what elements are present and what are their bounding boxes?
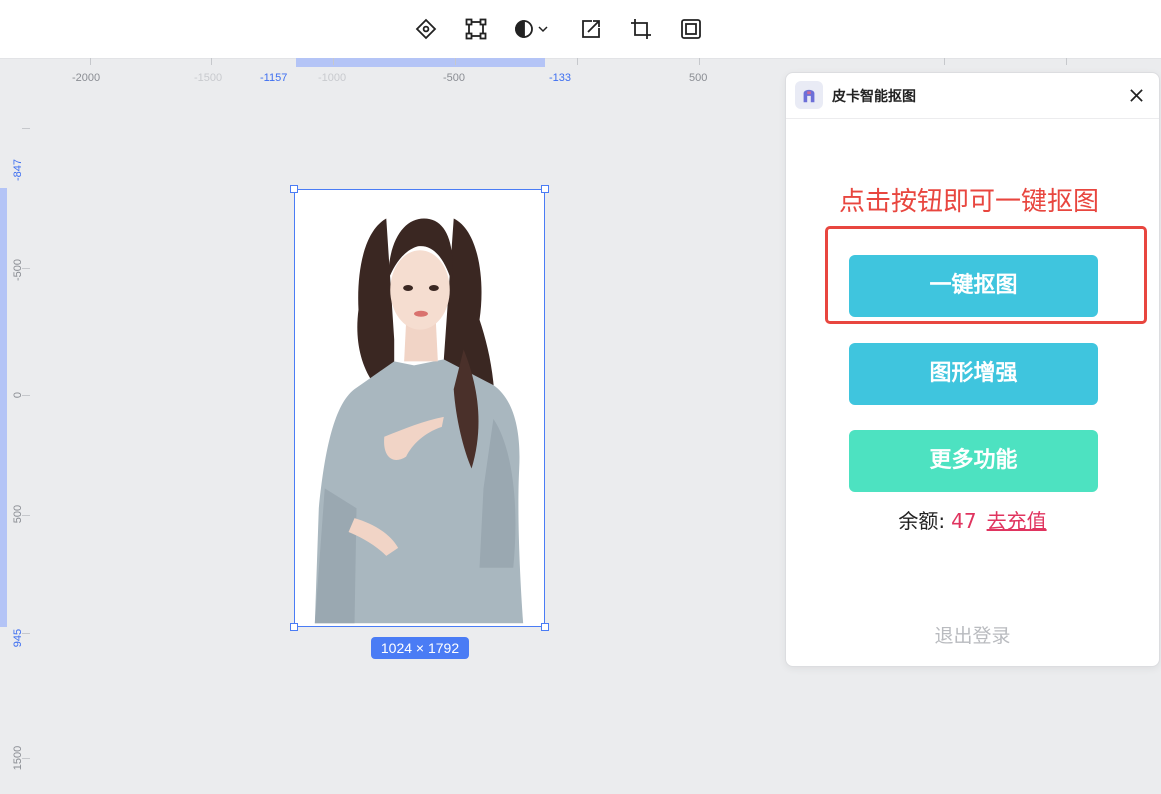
ruler-top-label: -500 (443, 72, 466, 84)
crop-tool-icon[interactable] (626, 14, 656, 44)
resize-handle-top-right[interactable] (541, 185, 549, 193)
portrait-photo (314, 218, 524, 624)
ruler-top-label: -1000 (318, 72, 347, 84)
ruler-top-label: 500 (689, 72, 708, 84)
more-features-button[interactable]: 更多功能 (849, 430, 1098, 492)
transform-tool-icon[interactable] (461, 14, 491, 44)
one-click-cutout-button[interactable]: 一键抠图 (849, 255, 1098, 317)
resize-handle-top-left[interactable] (290, 185, 298, 193)
recharge-link[interactable]: 去充值 (987, 509, 1047, 533)
ruler-top-label: -2000 (72, 72, 101, 84)
resize-handle-bottom-left[interactable] (290, 623, 298, 631)
panel-header: 皮卡智能抠图 (786, 73, 1159, 119)
image-size-badge: 1024 × 1792 (371, 637, 469, 659)
resize-tool-icon[interactable] (576, 14, 606, 44)
ruler-left-selection-start: -847 (12, 158, 24, 182)
panel-title: 皮卡智能抠图 (832, 89, 916, 105)
ruler-top-label: -1500 (194, 72, 223, 84)
logout-button[interactable]: 退出登录 (786, 621, 1159, 648)
ruler-left-label: 1500 (12, 745, 24, 771)
balance-value: 47 (951, 509, 977, 533)
ruler-left-selection-end: 945 (12, 628, 24, 648)
close-icon[interactable] (1125, 84, 1147, 106)
resize-handle-bottom-right[interactable] (541, 623, 549, 631)
ruler-left-label: 0 (12, 391, 24, 399)
hint-text: 点击按钮即可一键抠图 (839, 187, 1100, 217)
ruler-top-selection-start: -1157 (260, 72, 288, 84)
cutout-plugin-panel: 皮卡智能抠图 点击按钮即可一键抠图 一键抠图 图形增强 更多功能 余额: 47 去充… (785, 72, 1160, 667)
image-enhance-button[interactable]: 图形增强 (849, 343, 1098, 405)
balance-row: 余额: 47 去充值 (786, 505, 1159, 534)
balance-label: 余额: (898, 509, 946, 533)
selected-image[interactable] (294, 189, 545, 627)
pen-tool-icon[interactable] (411, 14, 441, 44)
contrast-tool-icon[interactable] (508, 14, 556, 44)
ruler-left-label: 500 (12, 504, 24, 524)
top-toolbar (0, 0, 1161, 59)
frame-tool-icon[interactable] (676, 14, 706, 44)
app-logo (795, 81, 823, 109)
ruler-left: -847 -500 0 500 945 1500 (0, 88, 30, 794)
ruler-left-label: -500 (12, 258, 24, 282)
ruler-top-selection-end: -133 (549, 72, 572, 84)
